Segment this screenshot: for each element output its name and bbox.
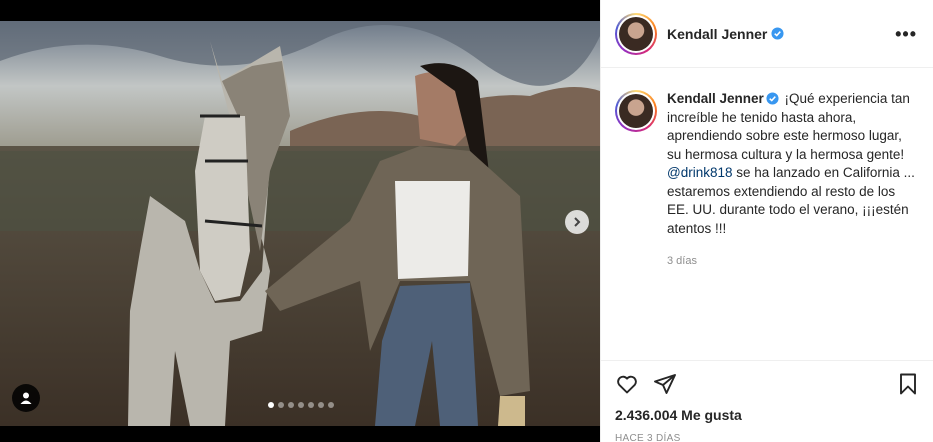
caption-username[interactable]: Kendall Jenner bbox=[667, 91, 764, 106]
caption-timestamp[interactable]: 3 días bbox=[667, 252, 917, 271]
post-date[interactable]: HACE 3 DÍAS bbox=[615, 433, 920, 442]
carousel-dot bbox=[318, 402, 324, 408]
verified-badge-icon bbox=[771, 27, 784, 40]
heart-icon[interactable] bbox=[615, 372, 639, 396]
carousel-indicator bbox=[268, 402, 334, 408]
more-options-button[interactable]: ••• bbox=[895, 25, 917, 43]
action-icons bbox=[615, 371, 920, 397]
share-icon[interactable] bbox=[653, 372, 677, 396]
caption: Kendall Jenner ¡Qué experiencia tan incr… bbox=[601, 68, 933, 271]
author-name-text: Kendall Jenner bbox=[667, 25, 768, 42]
user-tags-button[interactable] bbox=[12, 384, 40, 412]
chevron-right-icon bbox=[574, 217, 581, 227]
carousel-dot bbox=[328, 402, 334, 408]
verified-badge-icon bbox=[766, 92, 779, 105]
caption-avatar[interactable] bbox=[615, 90, 657, 132]
carousel-dot bbox=[278, 402, 284, 408]
carousel-next-button[interactable] bbox=[565, 210, 589, 234]
carousel-dot bbox=[288, 402, 294, 408]
author-username[interactable]: Kendall Jenner bbox=[667, 26, 784, 42]
carousel-dot bbox=[308, 402, 314, 408]
like-count[interactable]: 2.436.004 Me gusta bbox=[615, 407, 920, 423]
post-side-panel: Kendall Jenner ••• Kendall Jenner ¡Qué e… bbox=[600, 0, 933, 442]
more-icon: ••• bbox=[895, 23, 917, 44]
caption-body: Kendall Jenner ¡Qué experiencia tan incr… bbox=[667, 90, 917, 271]
post-actions: 2.436.004 Me gusta HACE 3 DÍAS bbox=[601, 360, 933, 442]
carousel-dot bbox=[298, 402, 304, 408]
user-tag-icon bbox=[20, 392, 32, 404]
bookmark-icon[interactable] bbox=[896, 372, 920, 396]
post-header: Kendall Jenner ••• bbox=[601, 0, 933, 68]
caption-mention-link[interactable]: @drink818 bbox=[667, 165, 733, 180]
post-media bbox=[0, 0, 600, 442]
author-avatar[interactable] bbox=[615, 12, 657, 55]
post-photo[interactable] bbox=[0, 21, 600, 426]
carousel-dot bbox=[268, 402, 274, 408]
